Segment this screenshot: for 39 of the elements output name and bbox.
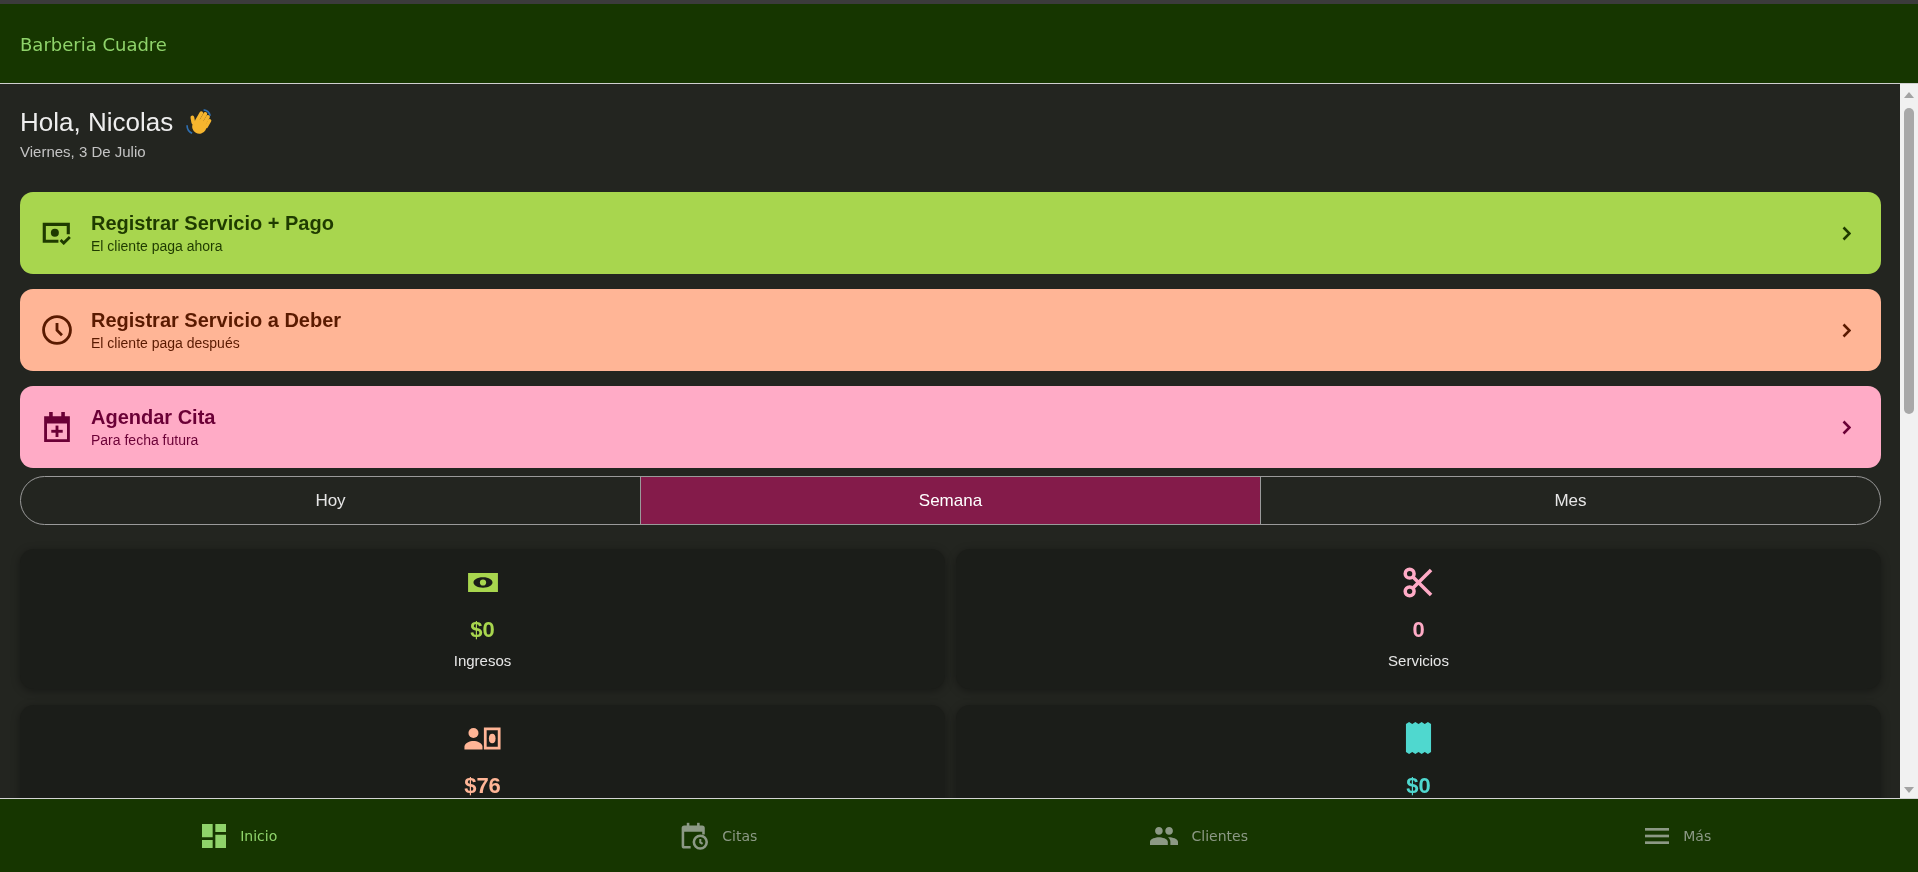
period-tab[interactable]: Semana <box>640 477 1260 524</box>
waving-hand-icon <box>185 108 213 136</box>
action-subtitle: El cliente paga ahora <box>91 238 223 255</box>
scroll-up-icon[interactable] <box>1904 92 1914 98</box>
people-icon <box>1149 826 1178 845</box>
nav-item[interactable]: Clientes <box>1137 818 1260 853</box>
dashboard-icon <box>202 823 227 848</box>
date-text: Viernes, 3 De Julio <box>20 143 146 161</box>
clock-icon <box>42 315 72 345</box>
money-check-icon <box>42 221 72 245</box>
action-subtitle: El cliente paga después <box>91 335 240 352</box>
scrollbar-thumb[interactable] <box>1904 108 1914 414</box>
nav-item[interactable]: Inicio <box>190 815 290 856</box>
menu-icon <box>1645 827 1670 844</box>
action-card[interactable]: Registrar Servicio + Pago El cliente paga ahora <box>20 192 1881 274</box>
period-tab[interactable]: Mes <box>1260 477 1880 524</box>
nav-item[interactable]: Citas <box>669 813 770 858</box>
action-title: Registrar Servicio a Deber <box>91 308 342 332</box>
calendar-clock-icon <box>681 821 709 850</box>
action-title: Agendar Cita <box>91 405 216 429</box>
stat-value: $0 <box>470 619 495 641</box>
action-subtitle: Para fecha futura <box>91 432 199 449</box>
chevron-right-icon <box>1842 225 1851 241</box>
chevron-right-icon <box>1842 322 1851 338</box>
stat-value: $0 <box>1406 775 1431 797</box>
action-title: Registrar Servicio + Pago <box>91 211 334 235</box>
period-tab[interactable]: Hoy <box>21 477 640 524</box>
calendar-plus-icon <box>44 412 70 442</box>
chevron-right-icon <box>1842 419 1851 435</box>
scroll-down-icon[interactable] <box>1904 787 1914 793</box>
stat-value: $76 <box>464 775 501 797</box>
nav-item[interactable]: Más <box>1633 819 1724 852</box>
greeting-text: Hola, Nicolas <box>20 106 174 138</box>
stat-label: Ingresos <box>453 652 512 670</box>
action-card[interactable]: Agendar Cita Para fecha futura <box>20 386 1881 468</box>
stat-label: Servicios <box>1388 652 1449 670</box>
stat-value: 0 <box>1412 619 1425 641</box>
app-title: Barberia Cuadre <box>20 34 167 55</box>
action-card[interactable]: Registrar Servicio a Deber El cliente paga después <box>20 289 1881 371</box>
